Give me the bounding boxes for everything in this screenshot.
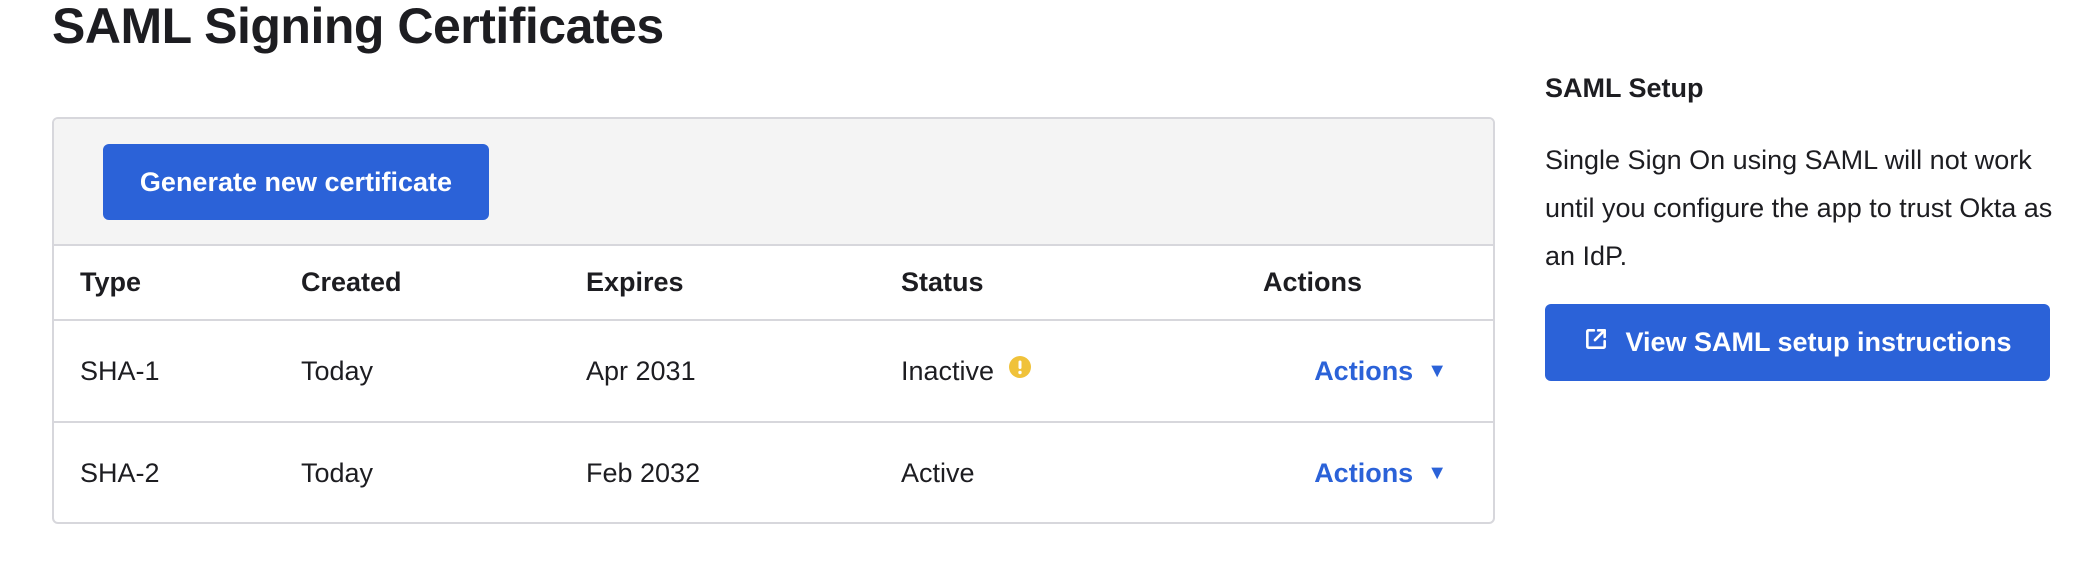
saml-setup-heading: SAML Setup <box>1545 73 1704 103</box>
saml-setup-sidebar: SAML Setup Single Sign On using SAML wil… <box>1545 70 2055 381</box>
caret-down-icon: ▼ <box>1427 359 1447 382</box>
column-header-type: Type <box>54 246 301 321</box>
page-title: SAML Signing Certificates <box>52 0 664 54</box>
cell-type: SHA-2 <box>80 458 160 488</box>
column-header-expires: Expires <box>586 246 901 321</box>
column-header-created: Created <box>301 246 586 321</box>
cell-expires: Apr 2031 <box>586 320 901 423</box>
certificates-toolbar: Generate new certificate <box>54 119 1493 246</box>
certificates-table: Type Created Expires Status Actions SHA-… <box>54 246 1493 522</box>
cell-created: Today <box>301 320 586 423</box>
table-row: SHA-1 Today Apr 2031 Inactive Actions ▼ <box>54 320 1493 423</box>
cell-status: Inactive <box>901 320 1263 423</box>
actions-label: Actions <box>1314 458 1414 488</box>
actions-dropdown[interactable]: Actions ▼ <box>1314 458 1447 489</box>
certificates-panel: Generate new certificate Type Created Ex… <box>52 117 1495 524</box>
cell-created: Today <box>301 458 374 488</box>
cell-actions: Actions ▼ <box>1263 320 1493 423</box>
column-header-status: Status <box>901 246 1263 321</box>
column-header-actions: Actions <box>1263 246 1493 321</box>
table-header-row: Type Created Expires Status Actions <box>54 246 1493 321</box>
actions-dropdown[interactable]: Actions ▼ <box>1314 356 1447 387</box>
status-label: Inactive <box>901 355 995 386</box>
view-saml-setup-button[interactable]: View SAML setup instructions <box>1545 304 2050 381</box>
actions-label: Actions <box>1314 355 1414 386</box>
cell-status: Active <box>901 422 1263 522</box>
cell-expires: Feb 2032 <box>586 458 701 488</box>
warning-icon <box>1008 355 1032 386</box>
cell-actions: Actions ▼ <box>1263 422 1493 522</box>
generate-certificate-button[interactable]: Generate new certificate <box>103 144 489 220</box>
saml-setup-description: Single Sign On using SAML will not work … <box>1545 145 2053 271</box>
table-row: SHA-2 Today Feb 2032 Active Actions ▼ <box>54 422 1493 522</box>
status-label: Active <box>901 458 975 488</box>
view-saml-setup-label: View SAML setup instructions <box>1625 327 2012 357</box>
cell-type: SHA-1 <box>54 320 301 423</box>
external-link-icon <box>1583 326 1609 359</box>
caret-down-icon: ▼ <box>1427 462 1447 484</box>
